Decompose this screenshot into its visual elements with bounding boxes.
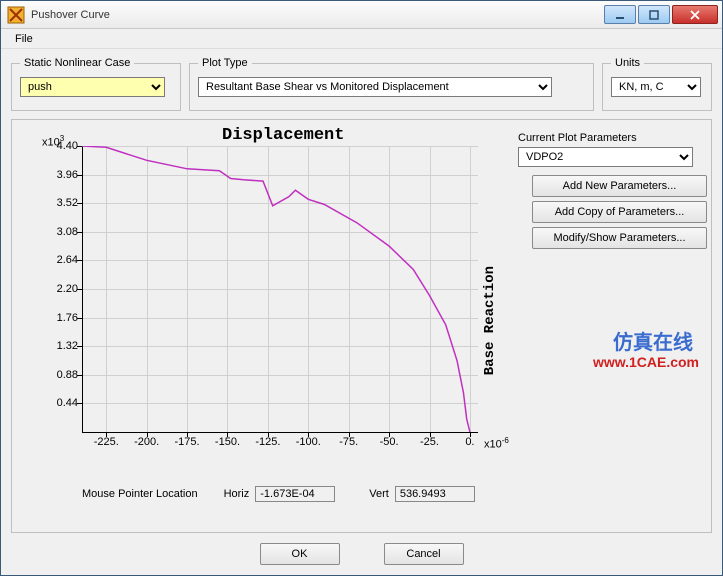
- y-tick-label: 3.08: [42, 226, 78, 238]
- group-units: Units KN, m, C: [602, 57, 712, 111]
- x-tick-label: -125.: [253, 436, 283, 448]
- y-tick-label: 3.96: [42, 169, 78, 181]
- params-select[interactable]: VDPO2: [518, 147, 693, 167]
- window-title: Pushover Curve: [31, 9, 604, 21]
- add-new-parameters-button[interactable]: Add New Parameters...: [532, 175, 707, 197]
- menu-file[interactable]: File: [7, 31, 41, 47]
- maximize-button[interactable]: [638, 5, 670, 24]
- x-tick-label: -225.: [91, 436, 121, 448]
- pushover-curve: [82, 146, 478, 432]
- x-tick-label: -150.: [212, 436, 242, 448]
- horiz-label: Horiz: [224, 488, 250, 500]
- chart-title: Displacement: [222, 126, 344, 145]
- group-plot-legend: Plot Type: [198, 57, 252, 69]
- client-area: Static Nonlinear Case push Plot Type Res…: [1, 49, 722, 575]
- x-tick-label: 0.: [455, 436, 485, 448]
- units-select[interactable]: KN, m, C: [611, 77, 701, 97]
- y-tick-label: 2.20: [42, 283, 78, 295]
- group-plot-type: Plot Type Resultant Base Shear vs Monito…: [189, 57, 594, 111]
- minimize-button[interactable]: [604, 5, 636, 24]
- y-tick-label: 1.76: [42, 312, 78, 324]
- params-legend: Current Plot Parameters: [518, 132, 707, 144]
- y-tick-label: 0.88: [42, 369, 78, 381]
- app-icon: [7, 6, 25, 24]
- watermark-text: 仿真在线: [613, 326, 693, 355]
- group-case-legend: Static Nonlinear Case: [20, 57, 134, 69]
- mouse-label: Mouse Pointer Location: [82, 488, 198, 500]
- cancel-button[interactable]: Cancel: [384, 543, 464, 565]
- x-tick-label: -200.: [132, 436, 162, 448]
- x-tick-label: -50.: [374, 436, 404, 448]
- main-panel: Displacementx103Base Reactionx10-6-225.-…: [11, 119, 712, 533]
- ok-button[interactable]: OK: [260, 543, 340, 565]
- app-window: Pushover Curve File Static Nonlinear Cas…: [0, 0, 723, 576]
- mouse-location-row: Mouse Pointer Location Horiz -1.673E-04 …: [22, 486, 512, 502]
- add-copy-parameters-button[interactable]: Add Copy of Parameters...: [532, 201, 707, 223]
- group-units-legend: Units: [611, 57, 644, 69]
- x-tick-label: -175.: [172, 436, 202, 448]
- y-tick-label: 4.40: [42, 140, 78, 152]
- x-tick-label: -75.: [334, 436, 364, 448]
- close-button[interactable]: [672, 5, 718, 24]
- x-tick-label: -100.: [293, 436, 323, 448]
- y-tick-label: 1.32: [42, 340, 78, 352]
- vert-value: 536.9493: [395, 486, 475, 502]
- x-axis-multiplier: x10-6: [484, 436, 509, 451]
- watermark-url: www.1CAE.com: [593, 354, 699, 370]
- modify-show-parameters-button[interactable]: Modify/Show Parameters...: [532, 227, 707, 249]
- pushover-chart[interactable]: Displacementx103Base Reactionx10-6-225.-…: [22, 126, 512, 478]
- menubar: File: [1, 29, 722, 49]
- vert-label: Vert: [369, 488, 389, 500]
- group-static-nonlinear-case: Static Nonlinear Case push: [11, 57, 181, 111]
- y-tick-label: 3.52: [42, 197, 78, 209]
- y-tick-label: 0.44: [42, 397, 78, 409]
- y-axis-label: Base Reaction: [482, 266, 498, 375]
- case-select[interactable]: push: [20, 77, 165, 97]
- titlebar: Pushover Curve: [1, 1, 722, 29]
- plot-type-select[interactable]: Resultant Base Shear vs Monitored Displa…: [198, 77, 552, 97]
- horiz-value: -1.673E-04: [255, 486, 335, 502]
- y-tick-label: 2.64: [42, 254, 78, 266]
- x-tick-label: -25.: [415, 436, 445, 448]
